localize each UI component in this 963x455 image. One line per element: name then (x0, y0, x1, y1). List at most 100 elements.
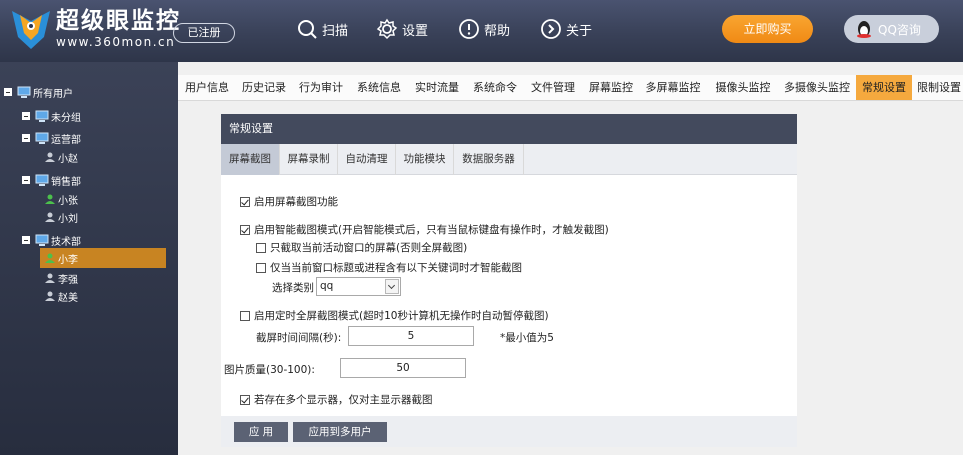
collapse-icon[interactable] (22, 134, 30, 142)
computer-icon (35, 174, 49, 186)
subtab-data-server[interactable]: 数据服务器 (454, 144, 524, 175)
quality-input[interactable]: 50 (340, 358, 466, 378)
tab-system-info[interactable]: 系统信息 (354, 75, 404, 100)
tab-history[interactable]: 历史记录 (239, 75, 289, 100)
apply-button[interactable]: 应 用 (234, 422, 288, 442)
smart-mode-label: 启用智能截图模式(开启智能模式后，只有当鼠标键盘有操作时，才触发截图) (254, 224, 609, 236)
apply-multi-user-button[interactable]: 应用到多用户 (293, 422, 387, 442)
tab-screen-monitor[interactable]: 屏幕监控 (586, 75, 636, 100)
tab-multi-camera[interactable]: 多摄像头监控 (781, 75, 853, 100)
tree-user[interactable]: 小赵 (44, 147, 78, 167)
tree-group-label: 技术部 (51, 236, 81, 248)
tree-user-label: 李强 (58, 274, 78, 286)
tree-user[interactable]: 小张 (44, 189, 78, 209)
keyword-option[interactable]: 仅当当前窗口标题或进程含有以下关键词时才智能截图 (256, 260, 522, 275)
multi-monitor-option[interactable]: 若存在多个显示器，仅对主显示器截图 (240, 392, 433, 407)
logo-icon (12, 11, 50, 49)
tab-user-info[interactable]: 用户信息 (182, 75, 232, 100)
category-select[interactable]: qq (316, 277, 401, 296)
interval-input[interactable]: 5 (348, 326, 474, 346)
tree-user-selected[interactable]: 小李 (40, 248, 166, 268)
brand: 超级眼监控 www.360mon.cn (56, 7, 181, 49)
chevron-down-icon[interactable] (385, 279, 399, 294)
tree-group-tech[interactable]: 技术部 (22, 230, 81, 250)
timed-mode-option[interactable]: 启用定时全屏截图模式(超时10秒计算机无操作时自动暂停截图) (240, 308, 549, 323)
user-icon (45, 291, 55, 301)
user-online-icon (45, 194, 55, 204)
tab-behavior-audit[interactable]: 行为审计 (296, 75, 346, 100)
tree-user-label: 小张 (58, 195, 78, 207)
nav-settings[interactable]: 设置 (376, 17, 428, 41)
active-window-checkbox[interactable] (256, 242, 266, 253)
qq-penguin-icon (857, 21, 871, 38)
smart-mode-option[interactable]: 启用智能截图模式(开启智能模式后，只有当鼠标键盘有操作时，才触发截图) (240, 222, 609, 237)
timed-mode-checkbox[interactable] (240, 310, 250, 321)
qq-consult-button[interactable]: QQ咨询 (844, 15, 939, 43)
buy-now-button[interactable]: 立即购买 (722, 15, 813, 43)
keyword-label: 仅当当前窗口标题或进程含有以下关键词时才智能截图 (270, 262, 522, 274)
quality-label: 图片质量(30-100): (224, 364, 315, 376)
subtab-auto-clean[interactable]: 自动清理 (338, 144, 396, 175)
tab-camera-monitor[interactable]: 摄像头监控 (712, 75, 774, 100)
nav-scan-label: 扫描 (322, 23, 349, 39)
multi-monitor-label: 若存在多个显示器，仅对主显示器截图 (254, 394, 433, 406)
tree-group-sales[interactable]: 销售部 (22, 170, 81, 190)
category-value: qq (320, 280, 334, 292)
app-header: 超级眼监控 www.360mon.cn 已注册 扫描 设置 帮助 关于 立即购买… (0, 0, 963, 62)
collapse-icon[interactable] (22, 112, 30, 120)
nav-about[interactable]: 关于 (540, 17, 592, 41)
scan-icon (298, 20, 317, 39)
enable-capture-checkbox[interactable] (240, 196, 250, 207)
tree-group-ops[interactable]: 运营部 (22, 128, 81, 148)
active-window-option[interactable]: 只截取当前活动窗口的屏幕(否则全屏截图) (256, 240, 467, 255)
tab-system-command[interactable]: 系统命令 (470, 75, 520, 100)
subtab-function-modules[interactable]: 功能模块 (396, 144, 454, 175)
settings-panel: 常规设置 屏幕截图 屏幕录制 自动清理 功能模块 数据服务器 启用屏幕截图功能 … (221, 114, 797, 447)
subtab-screenshot[interactable]: 屏幕截图 (221, 144, 280, 175)
tree-user-label: 小刘 (58, 213, 78, 225)
nav-scan[interactable]: 扫描 (296, 17, 348, 41)
tree-group-ungrouped[interactable]: 未分组 (22, 106, 81, 126)
panel-title: 常规设置 (221, 114, 797, 144)
tree-user-label: 小李 (58, 254, 78, 266)
tab-multi-screen[interactable]: 多屏幕监控 (642, 75, 704, 100)
nav-help[interactable]: 帮助 (458, 17, 510, 41)
category-label: 选择类别 (272, 282, 314, 294)
tree-user-label: 赵美 (58, 292, 78, 304)
subtab-screen-record[interactable]: 屏幕录制 (280, 144, 338, 175)
interval-label: 截屏时间间隔(秒): (256, 332, 342, 344)
tree-user[interactable]: 小刘 (44, 207, 78, 227)
nav-about-label: 关于 (566, 23, 593, 39)
about-icon (541, 19, 561, 39)
tree-group-label: 销售部 (51, 176, 81, 188)
interval-hint: *最小值为5 (500, 332, 554, 344)
tree-root-label: 所有用户 (33, 88, 73, 100)
collapse-icon[interactable] (4, 88, 12, 96)
tree-user[interactable]: 李强 (44, 268, 78, 288)
user-icon (45, 212, 55, 222)
tab-general-settings[interactable]: 常规设置 (856, 75, 912, 100)
collapse-icon[interactable] (22, 176, 30, 184)
smart-mode-checkbox[interactable] (240, 224, 250, 235)
collapse-icon[interactable] (22, 236, 30, 244)
panel-footer: 应 用 应用到多用户 (221, 416, 797, 447)
tab-realtime-traffic[interactable]: 实时流量 (412, 75, 462, 100)
settings-subtabs: 屏幕截图 屏幕录制 自动清理 功能模块 数据服务器 (221, 144, 797, 175)
enable-capture-label: 启用屏幕截图功能 (254, 196, 338, 208)
active-window-label: 只截取当前活动窗口的屏幕(否则全屏截图) (270, 242, 468, 254)
enable-capture-option[interactable]: 启用屏幕截图功能 (240, 194, 338, 209)
tree-user[interactable]: 赵美 (44, 286, 78, 306)
gear-icon (376, 18, 398, 40)
nav-settings-label: 设置 (402, 23, 429, 39)
computer-icon (35, 234, 49, 246)
registered-badge[interactable]: 已注册 (173, 23, 235, 43)
tab-file-manager[interactable]: 文件管理 (528, 75, 578, 100)
user-tree-sidebar: 所有用户 未分组 运营部 小赵 销售部 小张 小刘 技术部 小李 李强 赵美 (0, 62, 178, 455)
tab-restriction-settings[interactable]: 限制设置 (915, 75, 963, 100)
help-icon (459, 19, 479, 39)
keyword-checkbox[interactable] (256, 262, 266, 273)
computer-icon (35, 132, 49, 144)
multi-monitor-checkbox[interactable] (240, 394, 250, 405)
tree-root[interactable]: 所有用户 (4, 82, 73, 102)
user-icon (45, 152, 55, 162)
